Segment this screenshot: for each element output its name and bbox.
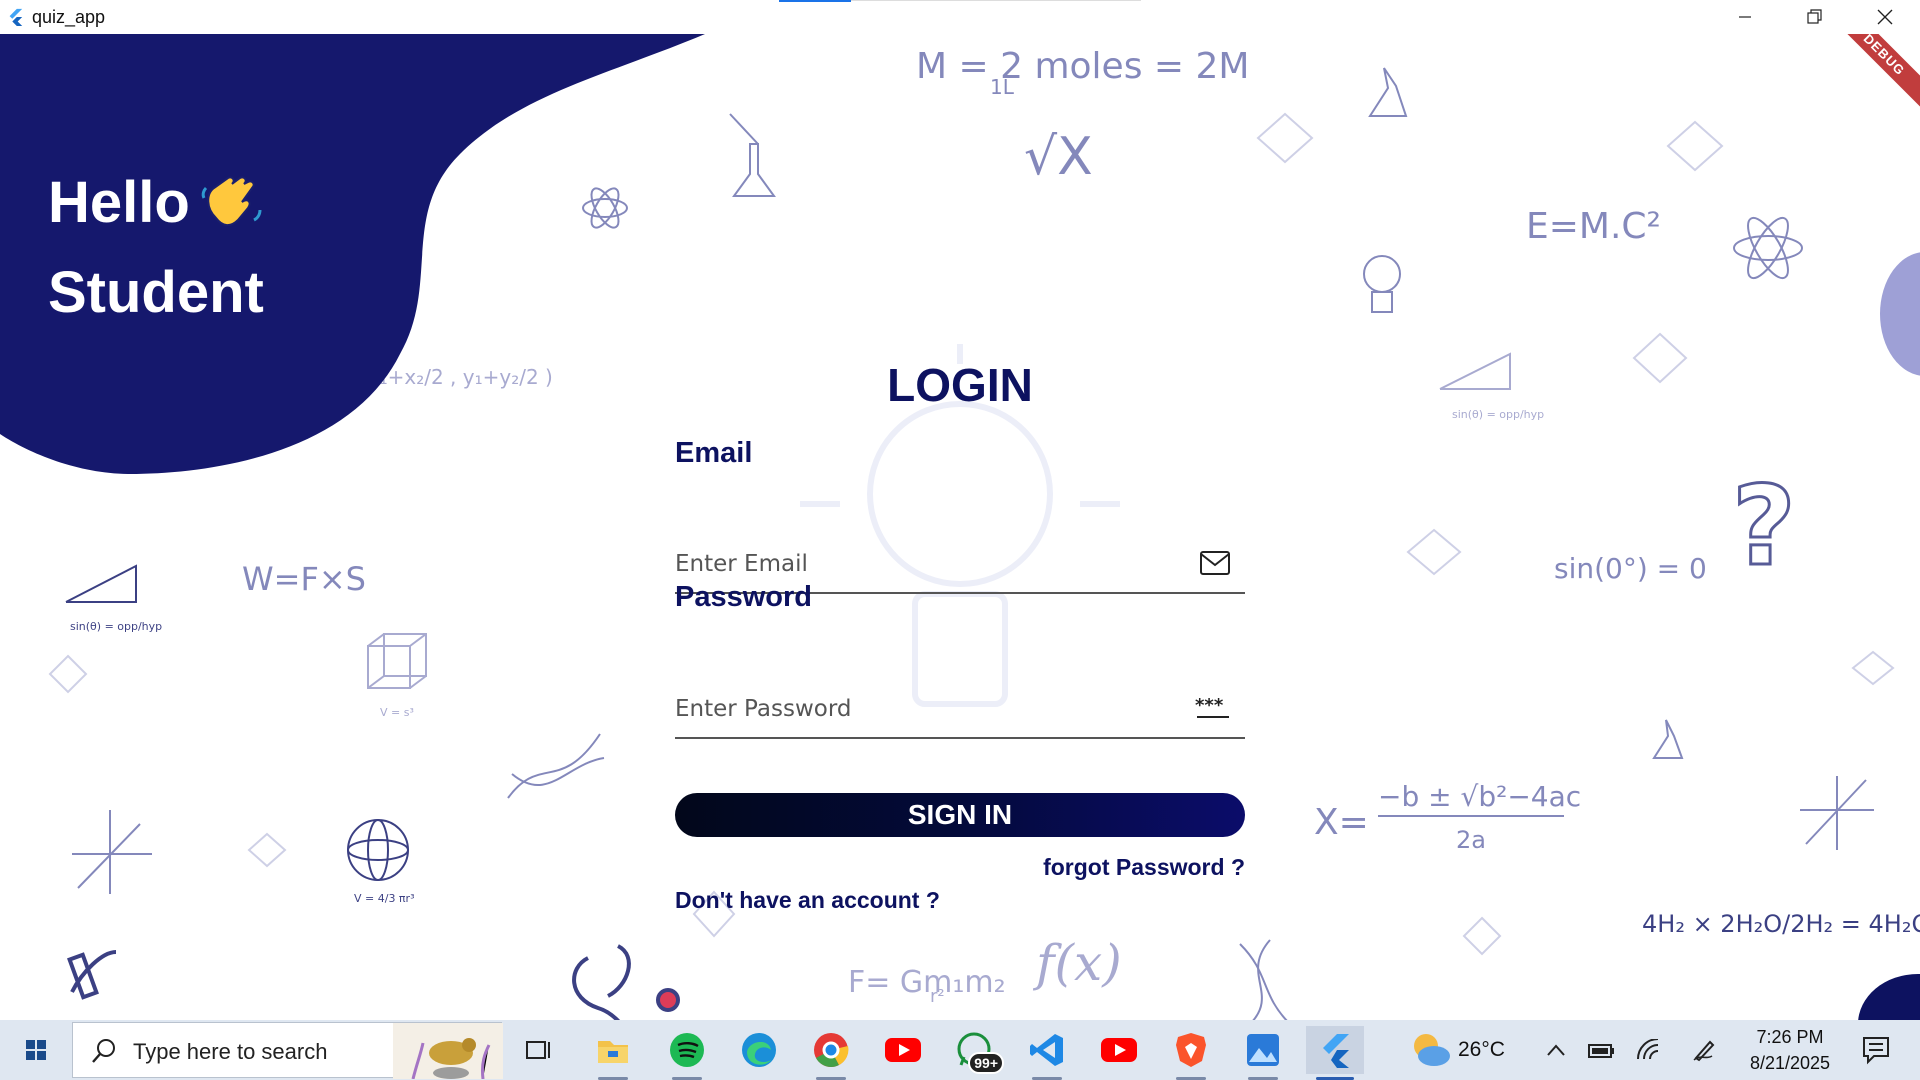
- wifi-tray-icon[interactable]: [1634, 1036, 1662, 1064]
- clock-time: 7:26 PM: [1756, 1027, 1824, 1047]
- sin0-formula: sin(0°) = 0: [1554, 552, 1707, 585]
- youtube-icon: [885, 1038, 921, 1062]
- chemistry-equation: 4H₂ × 2H₂O/2H₂ = 4H₂O: [1642, 910, 1920, 938]
- sign-in-button[interactable]: SIGN IN: [675, 793, 1245, 837]
- taskbar-photos[interactable]: [1234, 1026, 1292, 1080]
- battery-tray-icon[interactable]: [1588, 1036, 1616, 1064]
- forgot-password-link[interactable]: forgot Password ?: [900, 854, 1245, 881]
- gravity-denominator: r²: [930, 986, 945, 1007]
- taskbar-flutter-app[interactable]: [1306, 1026, 1364, 1080]
- greeting-student: Student: [48, 260, 264, 325]
- taskbar-chrome[interactable]: [802, 1026, 860, 1080]
- quadratic-denominator: 2a: [1456, 826, 1486, 854]
- minimize-button[interactable]: [1710, 0, 1780, 34]
- weather-temperature: 26°C: [1458, 1038, 1505, 1061]
- svg-text:***: ***: [1195, 695, 1224, 716]
- pen-icon: [1693, 1040, 1715, 1062]
- password-input[interactable]: [675, 691, 1175, 727]
- fx-formula: f(x): [1032, 934, 1122, 992]
- search-icon: [92, 1039, 115, 1063]
- taskbar-edge[interactable]: [730, 1026, 788, 1074]
- app-canvas: M = 2 moles = 2M 1L √X E=M.C² W=F×S sin(…: [0, 34, 1920, 1020]
- gravity-formula: F= Gm₁m₂: [848, 965, 1006, 1000]
- clock-date: 8/21/2025: [1749, 1053, 1831, 1073]
- notification-center-button[interactable]: [1858, 1032, 1894, 1068]
- greeting-hello: Hello: [48, 170, 190, 235]
- folder-icon: [598, 1041, 628, 1063]
- work-formula: W=F×S: [242, 560, 366, 598]
- photos-icon: [1247, 1034, 1279, 1066]
- weather-widget[interactable]: 26°C: [1406, 1028, 1536, 1072]
- greeting: Hello Student: [48, 158, 264, 338]
- spotify-icon: [670, 1033, 704, 1067]
- battery-icon: [1588, 1044, 1614, 1058]
- taskbar-search-box[interactable]: Type here to search: [72, 1022, 503, 1079]
- taskbar-whatsapp[interactable]: 99+: [946, 1026, 1004, 1074]
- youtube-icon: [1101, 1038, 1137, 1062]
- password-icon: ***: [1195, 695, 1229, 718]
- taskbar-spotify[interactable]: [658, 1026, 716, 1080]
- vscode-icon: [1030, 1034, 1063, 1066]
- search-highlight-bird-image: [393, 1023, 503, 1079]
- flutter-app-icon: [9, 8, 23, 26]
- signup-link[interactable]: Don't have an account ?: [675, 887, 940, 914]
- taskbar-youtube-2[interactable]: [1090, 1026, 1148, 1074]
- molarity-denominator: 1L: [990, 75, 1015, 99]
- brave-icon: [1176, 1033, 1206, 1067]
- minimize-icon: [1739, 16, 1751, 18]
- chevron-up-icon: [1547, 1044, 1565, 1056]
- search-placeholder: Type here to search: [133, 1039, 328, 1064]
- task-view-icon: [526, 1041, 550, 1059]
- whatsapp-unread-badge: 99+: [968, 1052, 1004, 1074]
- sqrt-formula: √X: [1024, 127, 1093, 187]
- flutter-icon: [1323, 1034, 1349, 1068]
- edge-icon: [742, 1033, 776, 1067]
- close-button[interactable]: [1850, 0, 1920, 34]
- login-title: LOGIN: [887, 359, 1033, 411]
- taskbar-clock[interactable]: 7:26 PM 8/21/2025: [1735, 1024, 1845, 1076]
- taskbar-youtube[interactable]: [874, 1026, 932, 1074]
- quadratic-numerator: −b ± √b²−4ac: [1378, 780, 1581, 813]
- mail-icon: [1200, 551, 1230, 575]
- window-titlebar: quiz_app: [0, 0, 1920, 34]
- wifi-icon: [1637, 1039, 1659, 1060]
- show-hidden-icons-button[interactable]: [1542, 1036, 1570, 1064]
- chrome-icon: [814, 1033, 849, 1067]
- password-field-container: ***: [675, 679, 1245, 739]
- question-doodle: ?: [1732, 462, 1796, 590]
- window-title: quiz_app: [32, 7, 106, 27]
- pen-tray-icon[interactable]: [1690, 1036, 1718, 1064]
- waving-hand-icon: [201, 176, 262, 226]
- restore-button[interactable]: [1780, 0, 1850, 34]
- taskbar-brave[interactable]: [1162, 1026, 1220, 1080]
- password-label: Password: [675, 581, 812, 613]
- quadratic-lhs: X=: [1314, 802, 1369, 843]
- taskbar-file-explorer[interactable]: [584, 1026, 642, 1080]
- restore-icon: [1807, 9, 1822, 24]
- partly-cloudy-night-icon: [1414, 1034, 1450, 1066]
- cube-volume: V = s³: [380, 706, 414, 719]
- emc2-formula: E=M.C²: [1526, 206, 1661, 247]
- molarity-formula: M = 2 moles = 2M: [916, 46, 1249, 87]
- title-accent-line: [779, 0, 851, 2]
- taskbar-vscode[interactable]: [1018, 1026, 1076, 1080]
- email-input[interactable]: [675, 546, 1175, 582]
- sin-theta-left: sin(θ) = opp/hyp: [70, 620, 162, 633]
- email-label: Email: [675, 437, 753, 469]
- sphere-volume: V = 4/3 πr³: [354, 892, 415, 905]
- title-divider: [851, 0, 1141, 1]
- windows-taskbar: Type here to search 99+ 26°C 7:26 PM 8/2…: [0, 1020, 1920, 1080]
- windows-start-button[interactable]: [12, 1034, 60, 1068]
- sin-theta-right: sin(θ) = opp/hyp: [1452, 408, 1544, 421]
- close-icon: [1877, 9, 1893, 25]
- task-view-button[interactable]: [510, 1026, 568, 1074]
